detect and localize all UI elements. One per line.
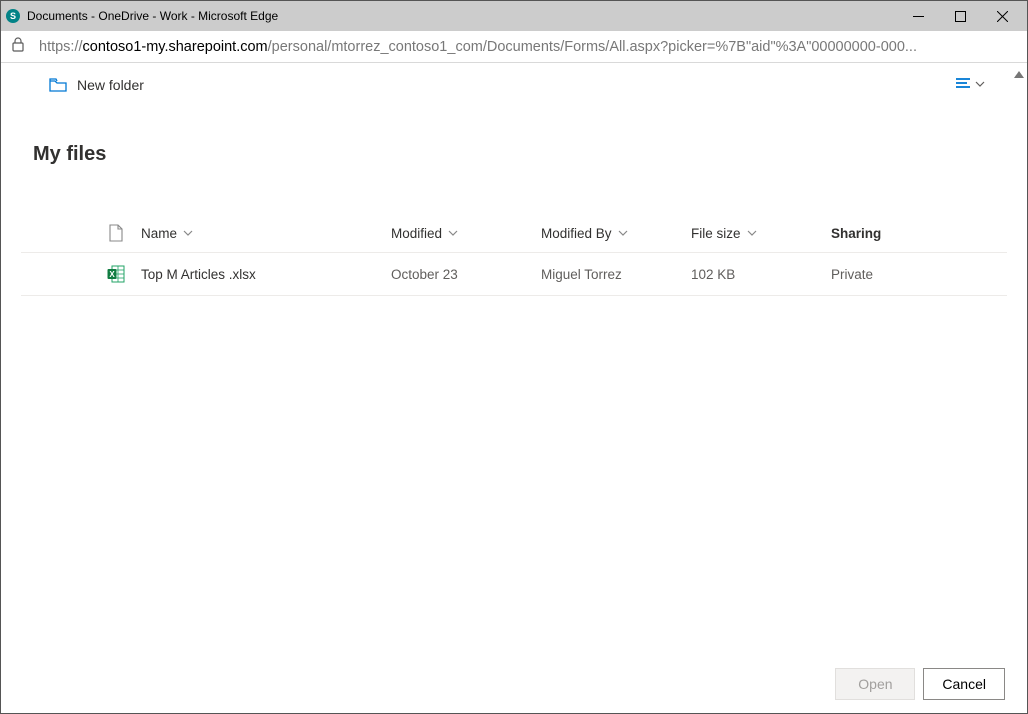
- url-host: contoso1-my.sharepoint.com: [83, 39, 268, 55]
- chevron-down-icon: [747, 226, 757, 241]
- maximize-button[interactable]: [939, 1, 981, 31]
- minimize-button[interactable]: [897, 1, 939, 31]
- url-text: https://contoso1-my.sharepoint.com/perso…: [39, 39, 917, 55]
- column-modified[interactable]: Modified: [391, 226, 541, 241]
- close-button[interactable]: [981, 1, 1023, 31]
- url-path: /personal/mtorrez_contoso1_com/Documents…: [268, 39, 917, 55]
- file-name: Top M Articles .xlsx: [141, 267, 391, 282]
- chevron-down-icon: [618, 226, 628, 241]
- command-bar: New folder: [1, 63, 1027, 107]
- window-title: Documents - OneDrive - Work - Microsoft …: [27, 9, 897, 23]
- file-modified: October 23: [391, 267, 541, 282]
- file-size: 102 KB: [691, 267, 831, 282]
- files-table: Name Modified Modified By: [21, 214, 1007, 296]
- excel-file-icon: X: [91, 265, 141, 283]
- scroll-up-arrow-icon[interactable]: [1014, 71, 1024, 78]
- dialog-footer: Open Cancel: [1, 655, 1027, 713]
- column-modified-by[interactable]: Modified By: [541, 226, 691, 241]
- chevron-down-icon: [448, 226, 458, 241]
- svg-text:X: X: [109, 270, 115, 279]
- column-sharing[interactable]: Sharing: [831, 226, 1007, 241]
- open-button: Open: [835, 668, 915, 700]
- new-folder-label: New folder: [77, 77, 144, 93]
- table-header: Name Modified Modified By: [21, 214, 1007, 253]
- address-bar[interactable]: https://contoso1-my.sharepoint.com/perso…: [1, 31, 1027, 63]
- file-sharing: Private: [831, 267, 1007, 282]
- main-content: New folder My files: [1, 63, 1027, 655]
- sharepoint-icon: S: [5, 8, 21, 24]
- file-type-icon: [91, 224, 141, 242]
- view-options-button[interactable]: [955, 76, 985, 95]
- cancel-button[interactable]: Cancel: [923, 668, 1005, 700]
- list-view-icon: [955, 76, 971, 95]
- file-modified-by: Miguel Torrez: [541, 267, 691, 282]
- lock-icon: [11, 36, 27, 57]
- chevron-down-icon: [183, 226, 193, 241]
- chevron-down-icon: [975, 76, 985, 94]
- svg-text:S: S: [10, 11, 16, 21]
- column-name[interactable]: Name: [141, 226, 391, 241]
- column-file-size[interactable]: File size: [691, 226, 831, 241]
- new-folder-icon: [49, 78, 67, 92]
- url-prefix: https://: [39, 39, 83, 55]
- table-row[interactable]: X Top M Articles .xlsx October 23 Miguel…: [21, 253, 1007, 296]
- page-title: My files: [1, 107, 1027, 166]
- new-folder-button[interactable]: New folder: [49, 77, 144, 93]
- window-titlebar: S Documents - OneDrive - Work - Microsof…: [1, 1, 1027, 31]
